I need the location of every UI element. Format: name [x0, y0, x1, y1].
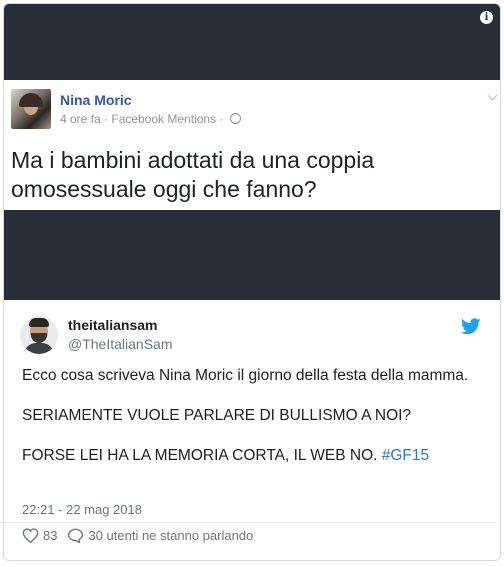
avatar[interactable]: [20, 316, 58, 354]
like-button[interactable]: 83: [22, 528, 57, 543]
tweet-paragraph: SERIAMENTE VUOLE PARLARE DI BULLISMO A N…: [22, 407, 412, 424]
replies-text: 30 utenti ne stanno parlando: [88, 528, 254, 543]
facebook-author-name: Nina Moric: [60, 92, 132, 108]
chevron-down-icon: [487, 90, 498, 101]
tweet-actions: 83 30 utenti ne stanno parlando: [22, 528, 263, 543]
speech-bubble-icon: [68, 528, 84, 543]
facebook-avatar: [11, 89, 51, 129]
globe-icon: [229, 113, 241, 124]
facebook-post-screenshot: Nina Moric 4 ore fa · Facebook Mentions …: [4, 80, 500, 210]
hashtag-link[interactable]: #GF15: [382, 447, 429, 464]
tweet-text: Ecco cosa scriveva Nina Moric il giorno …: [22, 366, 482, 466]
tweet-paragraph-text: FORSE LEI HA LA MEMORIA CORTA, IL WEB NO…: [22, 447, 382, 464]
reply-button[interactable]: 30 utenti ne stanno parlando: [67, 528, 253, 543]
facebook-post-text: Ma i bambini adottati da una coppia omos…: [11, 147, 375, 202]
tweet-author-name[interactable]: theitaliansam: [68, 317, 157, 333]
divider: [0, 522, 496, 523]
info-icon[interactable]: i: [480, 11, 493, 24]
facebook-meta-text: 4 ore fa · Facebook Mentions ·: [60, 112, 227, 126]
heart-icon: [22, 528, 39, 543]
facebook-post-meta: 4 ore fa · Facebook Mentions ·: [60, 112, 241, 126]
tweet-timestamp[interactable]: 22:21 - 22 mag 2018: [22, 502, 142, 517]
like-count: 83: [43, 528, 58, 543]
twitter-bird-icon[interactable]: [461, 318, 481, 335]
tweet-author-handle[interactable]: @TheItalianSam: [68, 336, 172, 352]
tweet-media-image[interactable]: i Nina Moric 4 ore fa · Facebook Mention…: [4, 4, 500, 300]
tweet-paragraph: FORSE LEI HA LA MEMORIA CORTA, IL WEB NO…: [22, 446, 482, 466]
tweet-paragraph: Ecco cosa scriveva Nina Moric il giorno …: [22, 367, 469, 384]
embedded-tweet-card: i Nina Moric 4 ore fa · Facebook Mention…: [3, 3, 501, 561]
